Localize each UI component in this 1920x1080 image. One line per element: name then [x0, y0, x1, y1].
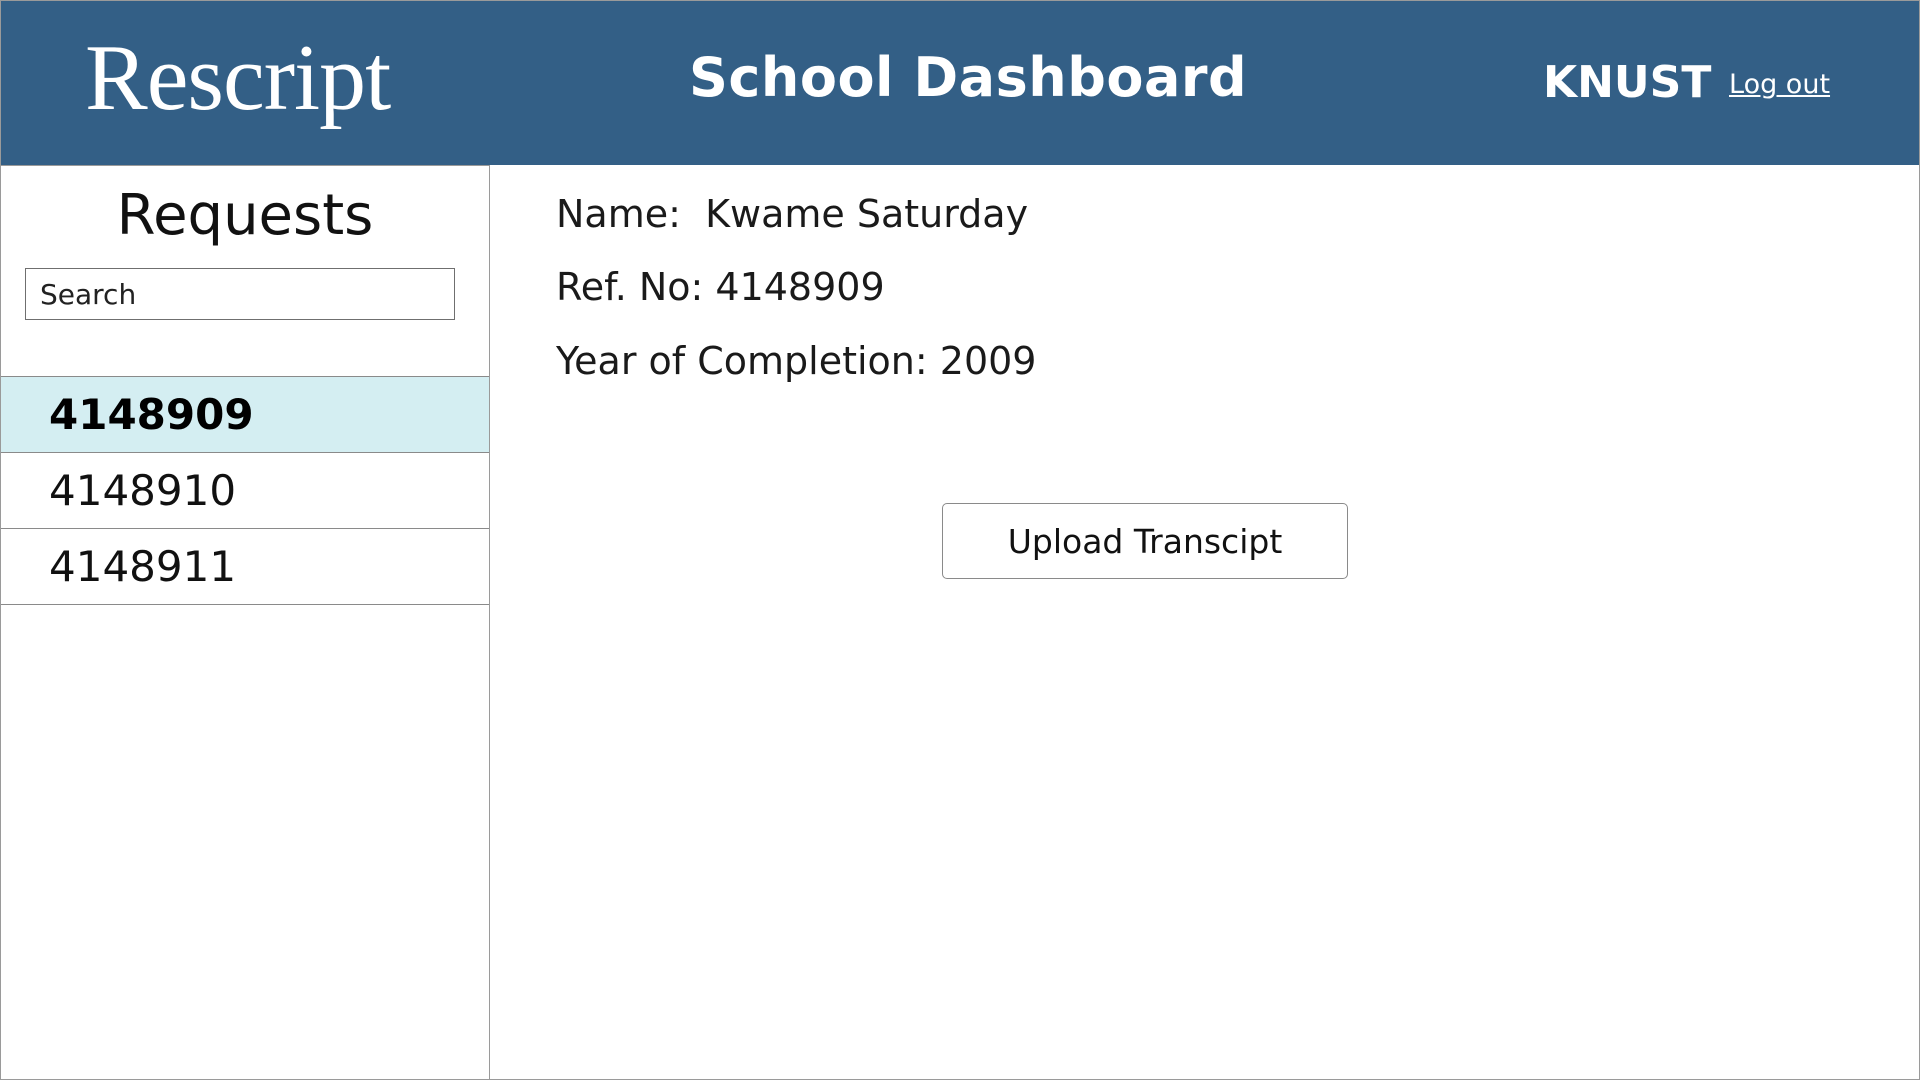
- page-title: School Dashboard: [689, 46, 1248, 109]
- request-item[interactable]: 4148909: [1, 377, 489, 453]
- logout-link[interactable]: Log out: [1729, 71, 1830, 98]
- request-list: 4148909 4148910 4148911: [1, 376, 489, 605]
- student-name: Name: Kwame Saturday: [556, 192, 1029, 236]
- upload-transcript-button[interactable]: Upload Transcipt: [942, 503, 1348, 579]
- year-of-completion: Year of Completion: 2009: [556, 339, 1037, 383]
- sidebar-title: Requests: [116, 183, 374, 248]
- search-input[interactable]: [25, 268, 455, 320]
- request-detail-panel: Name: Kwame Saturday Ref. No: 4148909 Ye…: [490, 165, 1919, 1079]
- request-item[interactable]: 4148911: [1, 529, 489, 605]
- request-item[interactable]: 4148910: [1, 453, 489, 529]
- requests-sidebar: Requests 4148909 4148910 4148911: [1, 165, 490, 1079]
- reference-number: Ref. No: 4148909: [556, 265, 885, 309]
- app-window: Rescript School Dashboard KNUST Log out …: [0, 0, 1920, 1080]
- top-header: Rescript School Dashboard KNUST Log out: [1, 1, 1919, 165]
- app-logo: Rescript: [85, 26, 391, 130]
- school-name: KNUST: [1543, 57, 1712, 108]
